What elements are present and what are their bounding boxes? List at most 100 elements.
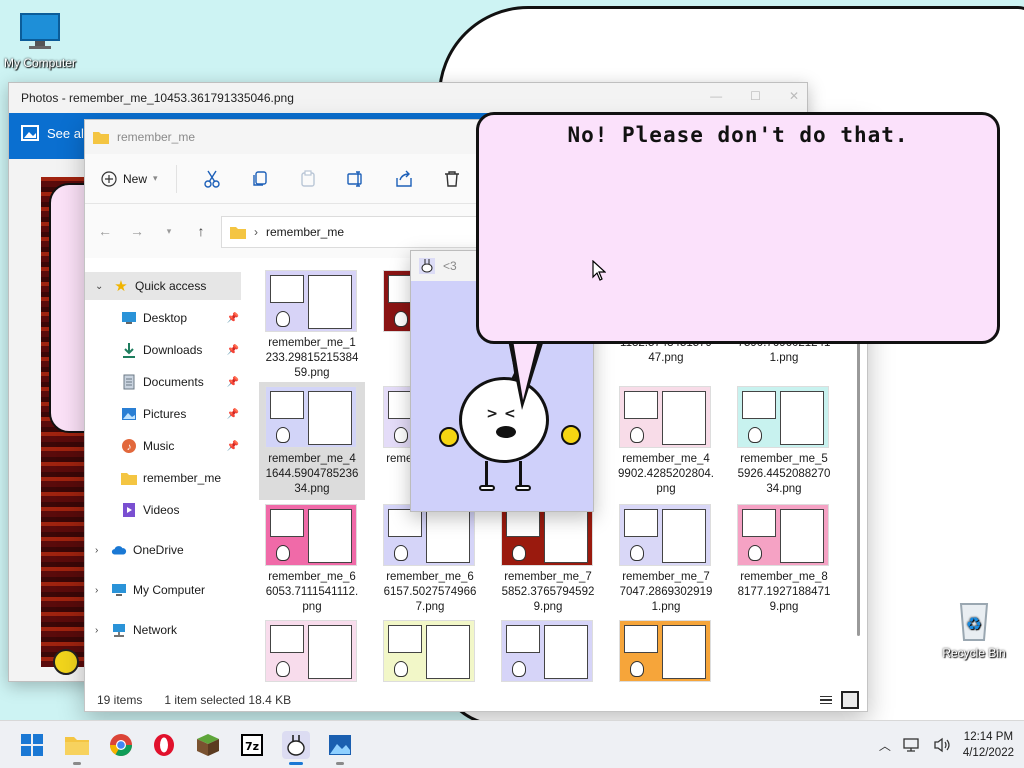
file-name-line: 34.png: [294, 483, 330, 495]
clock[interactable]: 12:14 PM 4/12/2022: [963, 729, 1014, 761]
sidebar-item-pictures[interactable]: Pictures 📌: [85, 400, 241, 428]
taskbar-minecraft[interactable]: [194, 731, 222, 759]
file-name-line: 7047.2869302919: [619, 586, 713, 598]
copy-button[interactable]: [247, 166, 273, 192]
document-icon: [121, 374, 137, 390]
network-status-icon[interactable]: [903, 737, 921, 753]
taskbar-bunny-app[interactable]: [282, 731, 310, 765]
download-icon: [121, 342, 137, 358]
thumbnail-note: [662, 625, 706, 679]
sidebar-item-network[interactable]: › Network: [85, 616, 241, 644]
maximize-icon[interactable]: ☐: [750, 89, 761, 103]
thumbnail-bunny: [276, 311, 290, 327]
opera-icon: [154, 734, 174, 756]
file-tile[interactable]: remember_me_4 1644.5904785236 34.png: [259, 382, 365, 500]
back-arrow-icon[interactable]: ←: [97, 223, 113, 239]
file-name-line: 8177.1927188471: [737, 586, 831, 598]
sidebar-item-label: Network: [133, 623, 178, 637]
thumbnail-bunny: [630, 661, 644, 677]
file-tile[interactable]: remember_me_4 9902.4285202804. png: [613, 382, 719, 500]
sidebar-item-downloads[interactable]: Downloads 📌: [85, 336, 241, 364]
close-icon[interactable]: ✕: [789, 89, 799, 103]
thumbnail-note: [308, 625, 352, 679]
file-tile[interactable]: remember_me_6 6053.7111541112. png: [259, 500, 365, 618]
file-tile[interactable]: [377, 616, 483, 691]
file-name-line: 1644.5904785236: [265, 468, 359, 480]
desktop-icon-recycle-bin[interactable]: ♻ Recycle Bin: [934, 598, 1014, 660]
sidebar-item-label: Documents: [143, 375, 204, 389]
minimize-icon[interactable]: —: [710, 89, 722, 103]
file-thumbnail: [265, 620, 357, 682]
selection-info: 1 item selected 18.4 KB: [164, 692, 292, 707]
sidebar-item-documents[interactable]: Documents 📌: [85, 368, 241, 396]
taskbar-file-explorer[interactable]: [63, 731, 91, 765]
taskbar-7zip[interactable]: 7z: [238, 731, 266, 759]
status-bar: 19 items 1 item selected 18.4 KB: [85, 686, 867, 713]
thumbnail-bubble: [624, 391, 658, 419]
chevron-right-icon: ›: [95, 624, 99, 636]
folder-icon: [93, 132, 109, 144]
forward-arrow-icon[interactable]: →: [129, 223, 145, 239]
file-tile[interactable]: remember_me_8 8177.1927188471 9.png: [731, 500, 837, 618]
share-button[interactable]: [391, 166, 417, 192]
details-view-icon[interactable]: [817, 691, 835, 709]
sidebar-item-videos[interactable]: Videos: [85, 496, 241, 524]
thumbnail-bubble: [624, 625, 658, 653]
system-tray: ︿ 12:14 PM 4/12/2022: [879, 729, 1014, 761]
start-button[interactable]: [18, 731, 46, 759]
file-name-line: 1.png: [651, 601, 681, 613]
sidebar-item-quick-access[interactable]: ⌄ ★ Quick access: [85, 272, 241, 300]
file-thumbnail: [383, 504, 475, 566]
file-tile[interactable]: remember_me_7 7047.2869302919 1.png: [613, 500, 719, 618]
delete-button[interactable]: [439, 166, 465, 192]
sidebar-item-remember-me[interactable]: remember_me: [85, 464, 241, 492]
recent-chevron-icon[interactable]: ▾: [161, 226, 177, 237]
see-all-button[interactable]: See all: [21, 125, 87, 141]
file-name-line: remember_me_6: [268, 571, 356, 583]
running-indicator: [73, 762, 81, 765]
pin-icon[interactable]: 📌: [227, 377, 239, 388]
file-name-line: remember_me_4: [622, 453, 710, 465]
rename-button[interactable]: [343, 166, 369, 192]
file-name-line: remember_me_1: [268, 337, 356, 349]
taskbar-chrome[interactable]: [107, 731, 135, 759]
taskbar-photos[interactable]: [326, 731, 354, 765]
pin-icon[interactable]: 📌: [227, 345, 239, 356]
address-bar[interactable]: › remember_me: [221, 216, 491, 248]
file-tile[interactable]: remember_me_1 233.29815215384 59.png: [259, 266, 365, 384]
sidebar-item-my-computer[interactable]: › My Computer: [85, 576, 241, 604]
thumbnail-bunny: [512, 661, 526, 677]
desktop-icon-my-computer[interactable]: My Computer: [0, 12, 80, 70]
share-icon: [395, 170, 412, 187]
sidebar-item-music[interactable]: ♪ Music 📌: [85, 432, 241, 460]
speech-bubble: No! Please don't do that.: [476, 112, 1000, 344]
photos-gallery-icon: [21, 125, 39, 141]
photos-window-title: Photos - remember_me_10453.361791335046.…: [21, 91, 294, 105]
file-tile[interactable]: remember_me_5 5926.4452088270 34.png: [731, 382, 837, 500]
7zip-icon: 7z: [241, 734, 263, 756]
file-tile[interactable]: [259, 616, 365, 691]
cut-button[interactable]: [199, 166, 225, 192]
pin-icon[interactable]: 📌: [227, 441, 239, 452]
volume-icon[interactable]: [933, 737, 951, 753]
breadcrumb-current[interactable]: remember_me: [266, 225, 344, 239]
sidebar-item-label: remember_me: [143, 471, 222, 485]
thumbnail-bubble: [270, 625, 304, 653]
speech-bubble-tail-fill: [513, 340, 538, 400]
file-tile[interactable]: [495, 616, 601, 691]
file-name-line: remember_me_5: [740, 453, 828, 465]
file-tile[interactable]: remember_me_6 6157.5027574966 7.png: [377, 500, 483, 618]
chevron-up-icon[interactable]: ︿: [879, 737, 891, 754]
sidebar-item-desktop[interactable]: Desktop 📌: [85, 304, 241, 332]
paste-button[interactable]: [295, 166, 321, 192]
taskbar-opera[interactable]: [150, 731, 178, 759]
file-tile[interactable]: remember_me_7 5852.3765794592 9.png: [495, 500, 601, 618]
pin-icon[interactable]: 📌: [227, 313, 239, 324]
sidebar-item-onedrive[interactable]: › OneDrive: [85, 536, 241, 564]
pin-icon[interactable]: 📌: [227, 409, 239, 420]
file-tile[interactable]: [613, 616, 719, 691]
large-icons-view-icon[interactable]: [841, 691, 859, 709]
up-arrow-icon[interactable]: ↑: [193, 223, 209, 239]
new-button[interactable]: New ▾: [101, 164, 177, 193]
mouse-cursor-icon: [592, 260, 606, 281]
